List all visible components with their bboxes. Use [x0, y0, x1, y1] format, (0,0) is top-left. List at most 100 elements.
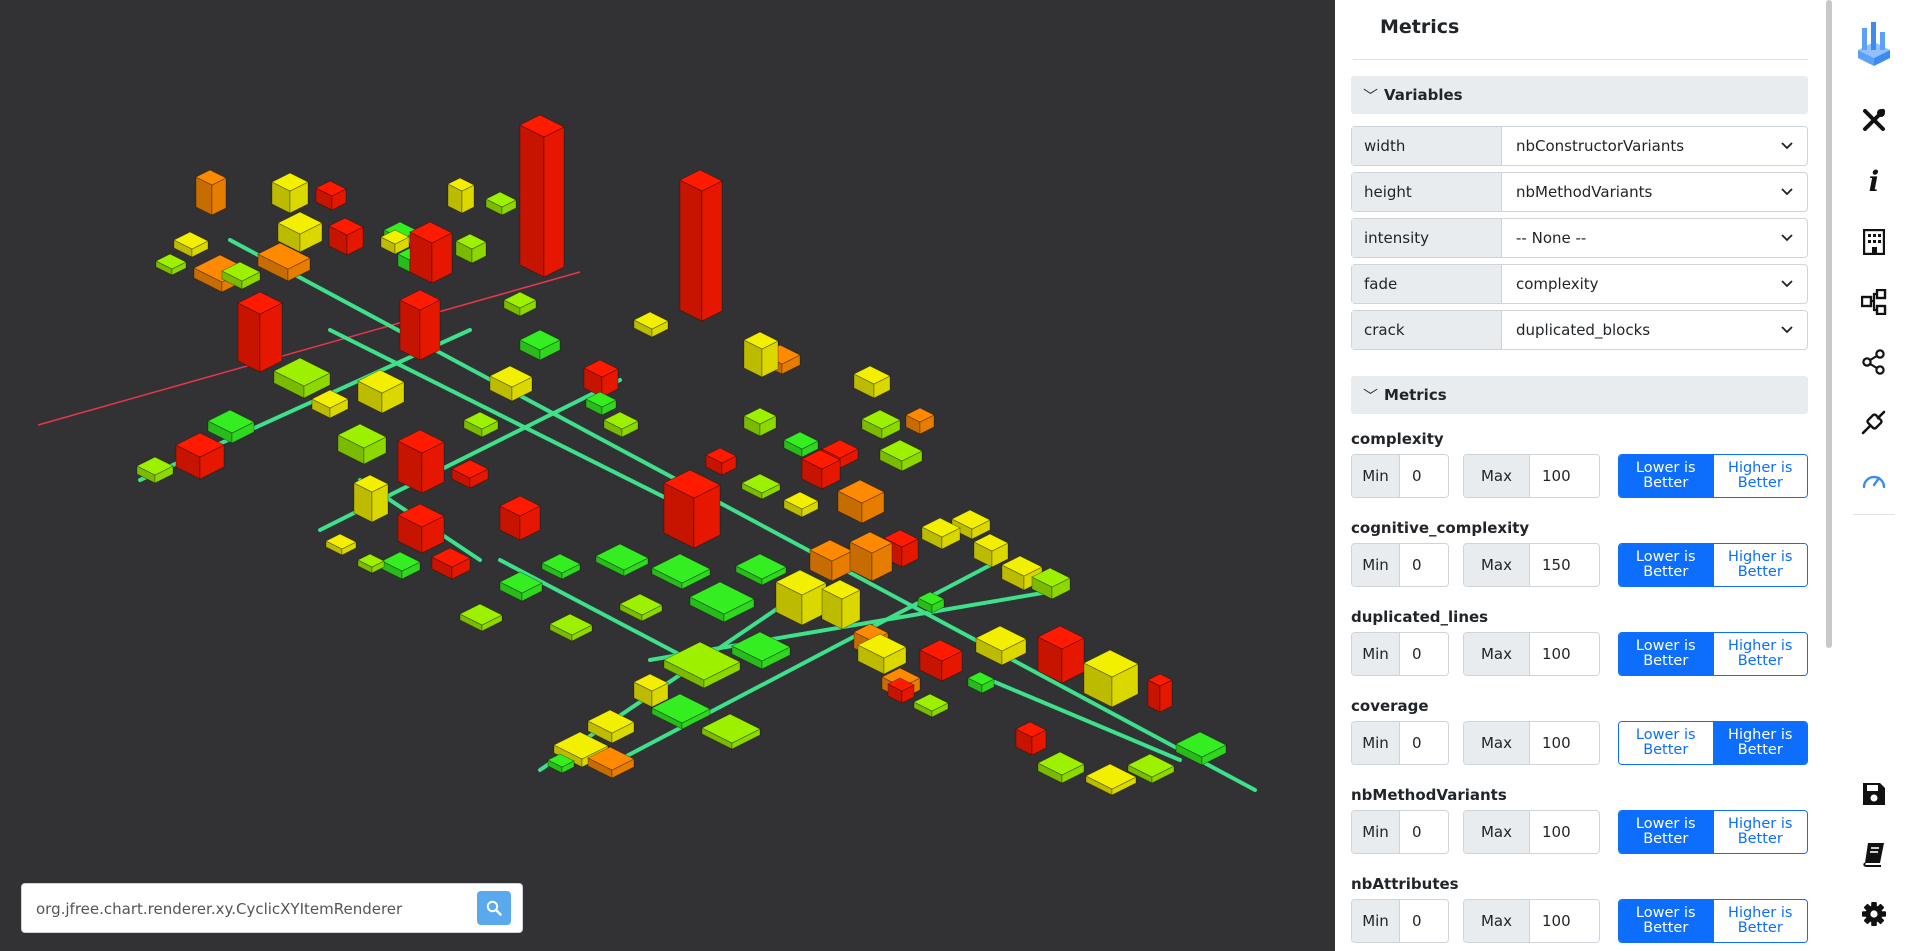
variable-select[interactable]: nbConstructorVariants	[1502, 127, 1807, 165]
building-block[interactable]	[271, 172, 309, 214]
building-block[interactable]	[973, 533, 1009, 568]
building-block[interactable]	[431, 547, 471, 580]
building-block[interactable]	[1037, 625, 1085, 684]
building-block[interactable]	[913, 693, 949, 718]
building-block[interactable]	[821, 579, 861, 630]
building-block[interactable]	[701, 713, 761, 750]
min-input[interactable]: 0	[1400, 900, 1448, 942]
building-block[interactable]	[519, 329, 561, 361]
building-block[interactable]	[455, 233, 487, 264]
higher-is-better-button[interactable]: Higher is Better	[1712, 455, 1807, 497]
building-block[interactable]	[357, 553, 385, 574]
search-button[interactable]	[477, 891, 511, 925]
building-block[interactable]	[663, 469, 721, 549]
building-block[interactable]	[743, 331, 779, 378]
higher-is-better-button[interactable]: Higher is Better	[1712, 544, 1807, 586]
min-input[interactable]: 0	[1400, 544, 1448, 586]
building-block[interactable]	[809, 539, 853, 582]
higher-is-better-button[interactable]: Higher is Better	[1712, 900, 1807, 942]
building-block[interactable]	[237, 291, 283, 373]
building-block[interactable]	[905, 407, 935, 435]
building-block[interactable]	[663, 641, 741, 689]
max-input[interactable]: 100	[1530, 633, 1599, 675]
min-input[interactable]: 0	[1400, 811, 1448, 853]
building-block[interactable]	[861, 409, 901, 440]
building-block[interactable]	[381, 551, 421, 580]
building-block[interactable]	[587, 709, 635, 744]
building-block[interactable]	[409, 221, 453, 284]
building-block[interactable]	[633, 311, 669, 338]
panel-scrollbar[interactable]	[1826, 0, 1832, 648]
search-input[interactable]	[36, 894, 476, 924]
lower-is-better-button[interactable]: Lower is Better	[1619, 722, 1713, 764]
building-block[interactable]	[583, 359, 619, 398]
higher-is-better-button[interactable]: Higher is Better	[1712, 722, 1807, 764]
building-block[interactable]	[1175, 731, 1227, 766]
building-block[interactable]	[175, 432, 225, 480]
building-block[interactable]	[689, 581, 755, 623]
building-block[interactable]	[595, 543, 649, 577]
building-block[interactable]	[399, 289, 441, 361]
building-block[interactable]	[311, 389, 349, 419]
building-block[interactable]	[195, 169, 227, 216]
lower-is-better-button[interactable]: Lower is Better	[1619, 633, 1713, 675]
building-block[interactable]	[783, 491, 819, 518]
building-block[interactable]	[325, 533, 357, 556]
lower-is-better-button[interactable]: Lower is Better	[1619, 455, 1713, 497]
building-block[interactable]	[397, 503, 445, 554]
variable-select[interactable]: duplicated_blocks	[1502, 311, 1807, 349]
min-input[interactable]: 0	[1400, 722, 1448, 764]
building-block[interactable]	[619, 593, 663, 622]
building-icon[interactable]	[1854, 222, 1894, 262]
building-block[interactable]	[353, 474, 389, 523]
max-input[interactable]: 100	[1530, 722, 1599, 764]
building-block[interactable]	[879, 439, 923, 472]
building-block[interactable]	[1083, 649, 1139, 708]
building-block[interactable]	[451, 459, 489, 489]
variables-section-header[interactable]: ﹀ Variables	[1351, 76, 1808, 114]
building-block[interactable]	[503, 291, 537, 317]
hierarchy-icon[interactable]	[1854, 282, 1894, 322]
building-block[interactable]	[519, 114, 565, 278]
building-block[interactable]	[741, 473, 781, 500]
max-input[interactable]: 100	[1530, 455, 1599, 497]
building-block[interactable]	[1037, 751, 1085, 784]
building-block[interactable]	[155, 253, 187, 276]
building-block[interactable]	[679, 169, 723, 322]
higher-is-better-button[interactable]: Higher is Better	[1712, 811, 1807, 853]
building-block[interactable]	[919, 639, 963, 682]
tools-icon[interactable]	[1854, 100, 1894, 140]
gauge-icon[interactable]	[1854, 462, 1894, 502]
building-block[interactable]	[328, 217, 364, 256]
variable-select[interactable]: complexity	[1502, 265, 1807, 303]
city-viewport[interactable]	[0, 0, 1335, 951]
building-block[interactable]	[705, 447, 737, 476]
building-block[interactable]	[499, 571, 543, 602]
max-input[interactable]: 100	[1530, 811, 1599, 853]
save-icon[interactable]	[1854, 774, 1894, 814]
building-block[interactable]	[549, 613, 593, 642]
lower-is-better-button[interactable]: Lower is Better	[1619, 811, 1713, 853]
plugin-icon[interactable]	[1854, 402, 1894, 442]
building-block[interactable]	[837, 479, 885, 524]
higher-is-better-button[interactable]: Higher is Better	[1712, 633, 1807, 675]
variable-select[interactable]: -- None --	[1502, 219, 1807, 257]
building-block[interactable]	[489, 365, 533, 402]
building-block[interactable]	[459, 603, 503, 632]
min-input[interactable]: 0	[1400, 633, 1448, 675]
building-block[interactable]	[273, 357, 331, 399]
building-block[interactable]	[315, 180, 347, 211]
building-block[interactable]	[485, 191, 517, 216]
variable-select[interactable]: nbMethodVariants	[1502, 173, 1807, 211]
building-block[interactable]	[337, 423, 387, 465]
building-block[interactable]	[975, 625, 1027, 666]
min-input[interactable]: 0	[1400, 455, 1448, 497]
city-scene[interactable]	[0, 0, 1335, 951]
building-block[interactable]	[499, 495, 541, 541]
lower-is-better-button[interactable]: Lower is Better	[1619, 900, 1713, 942]
building-block[interactable]	[463, 411, 499, 438]
building-block[interactable]	[541, 553, 581, 580]
building-block[interactable]	[1147, 673, 1173, 713]
building-block[interactable]	[173, 231, 209, 258]
building-block[interactable]	[603, 411, 639, 438]
